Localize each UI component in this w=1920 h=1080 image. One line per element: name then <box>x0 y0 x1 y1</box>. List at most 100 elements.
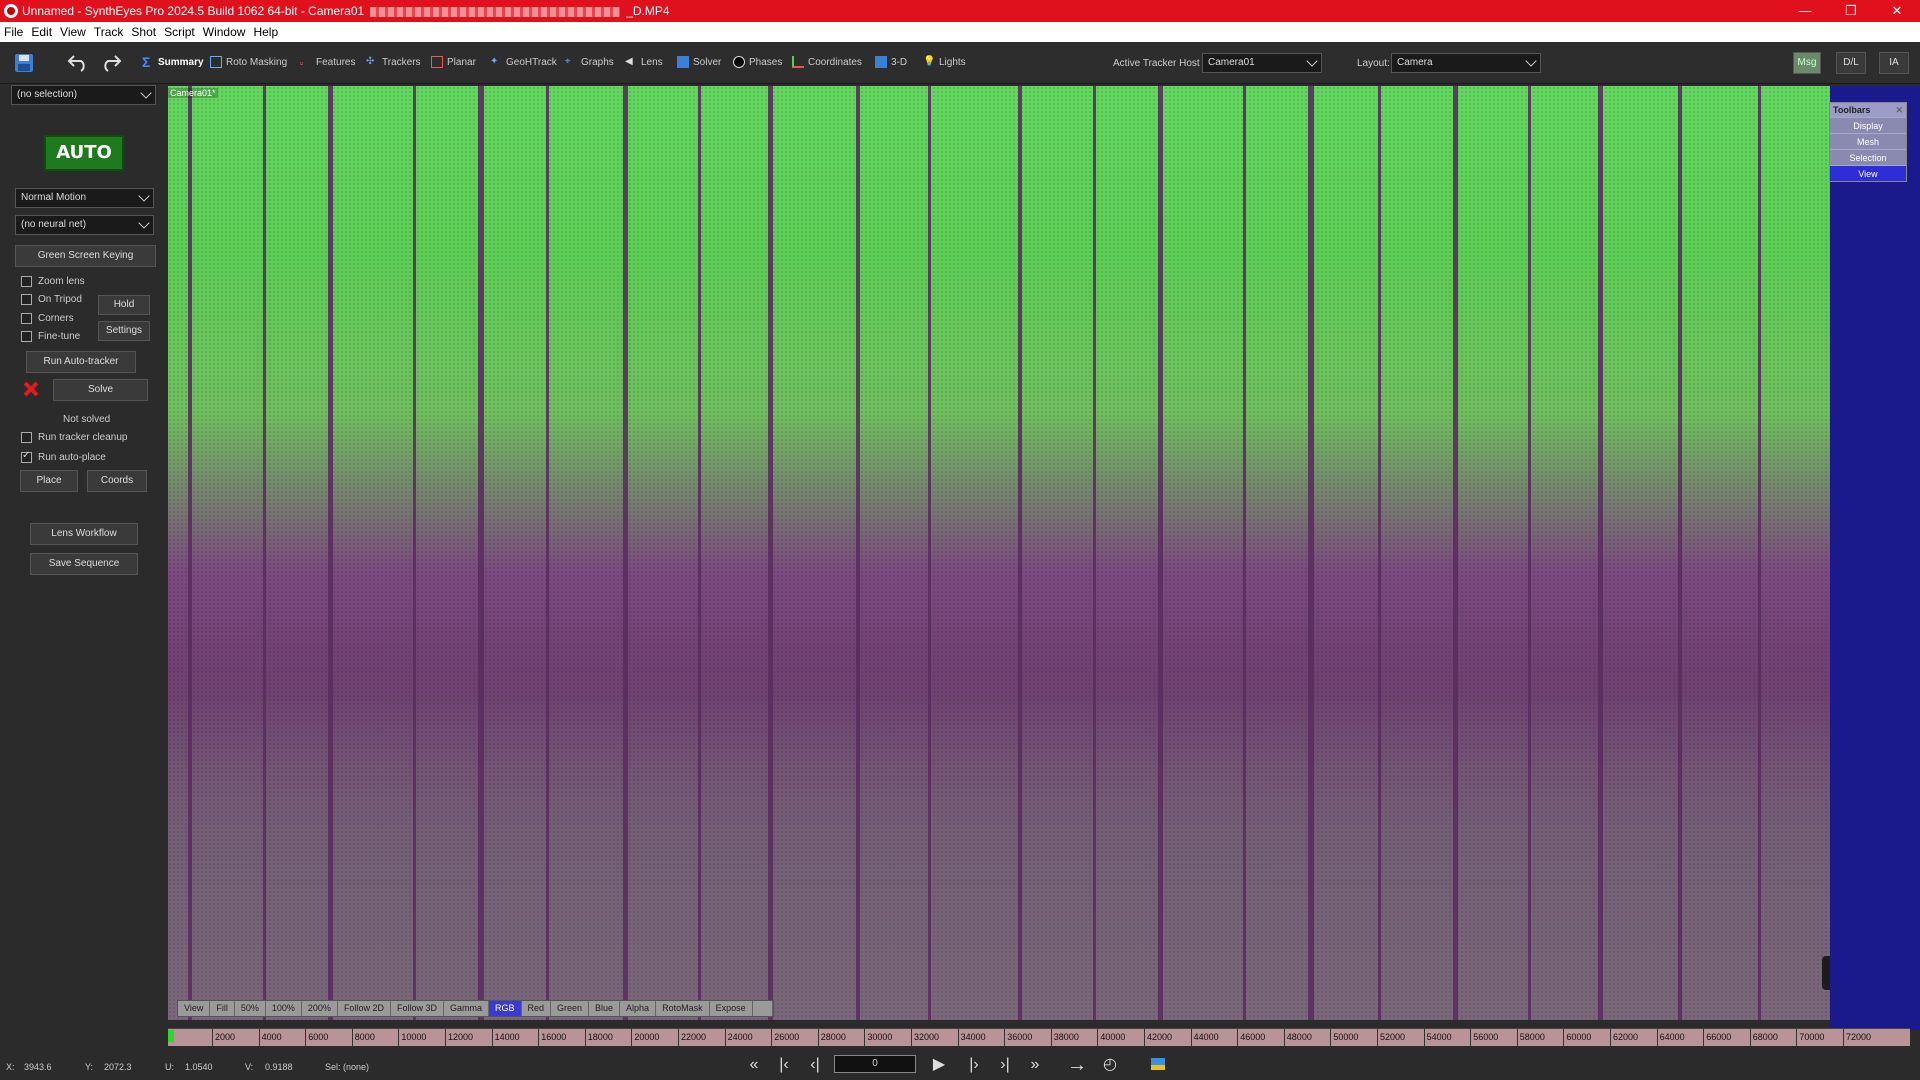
arrow-right-icon[interactable]: → <box>1066 1054 1088 1076</box>
active-tracker-host-label: Active Tracker Host <box>1113 58 1200 69</box>
zoom-100-button[interactable]: 100% <box>265 1001 302 1016</box>
menu-track[interactable]: Track <box>90 25 128 39</box>
on-tripod-checkbox[interactable]: On Tripod <box>21 294 82 305</box>
tab-summary[interactable]: Σ Summary <box>142 52 204 72</box>
tab-features[interactable]: ⸚ Features <box>300 52 355 72</box>
save-icon[interactable] <box>13 52 35 74</box>
lens-workflow-button[interactable]: Lens Workflow <box>30 523 138 545</box>
tab-lens[interactable]: ◀ Lens <box>625 52 663 72</box>
tab-planar[interactable]: Planar <box>431 52 476 72</box>
fast-forward-icon[interactable]: » <box>1024 1054 1046 1076</box>
zoom-50-button[interactable]: 50% <box>234 1001 266 1016</box>
tab-trackers[interactable]: ✣ Trackers <box>366 52 421 72</box>
u-value: 1.0540 <box>185 1062 213 1072</box>
blue-button[interactable]: Blue <box>589 1001 621 1016</box>
timeline-tick: 36000 <box>1004 1029 1032 1047</box>
toolbar-display[interactable]: Display <box>1830 117 1906 133</box>
toolbar-mesh[interactable]: Mesh <box>1830 133 1906 149</box>
menu-window[interactable]: Window <box>199 25 250 39</box>
follow-2d-button[interactable]: Follow 2D <box>337 1001 391 1016</box>
timeline-tick: 26000 <box>771 1029 799 1047</box>
play-icon[interactable]: ▶ <box>928 1054 950 1076</box>
settings-button[interactable]: Settings <box>98 321 150 341</box>
fine-tune-checkbox[interactable]: Fine-tune <box>21 331 80 342</box>
alpha-button[interactable]: Alpha <box>620 1001 657 1016</box>
run-auto-tracker-button[interactable]: Run Auto-tracker <box>26 351 136 373</box>
corners-checkbox[interactable]: Corners <box>21 313 74 324</box>
toolbars-panel: Toolbars ✕ Display Mesh Selection View <box>1829 102 1907 182</box>
camera-label: Camera01* <box>168 88 218 98</box>
rewind-icon[interactable]: « <box>743 1054 765 1076</box>
neural-net-select[interactable]: (no neural net) <box>15 215 154 235</box>
zoom-lens-checkbox[interactable]: Zoom lens <box>21 276 85 287</box>
close-button[interactable]: ✕ <box>1874 0 1920 22</box>
menu-help[interactable]: Help <box>249 25 282 39</box>
ia-button[interactable]: IA <box>1879 52 1909 74</box>
menu-edit[interactable]: Edit <box>27 25 56 39</box>
close-icon[interactable]: ✕ <box>1895 103 1903 117</box>
zoom-200-button[interactable]: 200% <box>301 1001 338 1016</box>
view-button[interactable]: View <box>178 1001 211 1016</box>
solver-icon <box>677 56 689 68</box>
save-sequence-button[interactable]: Save Sequence <box>30 553 138 575</box>
menu-file[interactable]: File <box>0 25 27 39</box>
tab-geohtrack[interactable]: ✦ GeoHTrack <box>490 52 557 72</box>
coords-button[interactable]: Coords <box>87 470 147 492</box>
go-to-start-icon[interactable]: |‹ <box>773 1054 795 1076</box>
fill-button[interactable]: Fill <box>210 1001 235 1016</box>
expose-button[interactable]: Expose <box>709 1001 753 1016</box>
run-auto-place-checkbox[interactable]: Run auto-place <box>21 450 106 463</box>
selection-select[interactable]: (no selection) <box>11 85 156 105</box>
follow-3d-button[interactable]: Follow 3D <box>390 1001 444 1016</box>
motion-select[interactable]: Normal Motion <box>15 188 154 208</box>
timeline-bar[interactable]: 2000 4000 6000 8000 10000 12000 14000 16000 1800… <box>168 1028 1910 1047</box>
rgb-button[interactable]: RGB <box>488 1001 522 1016</box>
timeline-start-marker[interactable] <box>168 1030 174 1042</box>
y-value: 2072.3 <box>104 1062 132 1072</box>
maximize-button[interactable]: ❐ <box>1828 0 1874 22</box>
timeline-tick: 46000 <box>1237 1029 1265 1047</box>
menu-view[interactable]: View <box>56 25 90 39</box>
rotomask-button[interactable]: RotoMask <box>656 1001 710 1016</box>
clock-icon[interactable]: ◴ <box>1099 1054 1121 1076</box>
green-button[interactable]: Green <box>551 1001 590 1016</box>
graphs-icon: ⌖ <box>565 56 571 67</box>
tab-roto-masking[interactable]: Roto Masking <box>210 52 287 72</box>
tab-3d[interactable]: 3-D <box>875 52 907 72</box>
menu-script[interactable]: Script <box>160 25 199 39</box>
run-tracker-cleanup-checkbox[interactable]: Run tracker cleanup <box>21 432 128 443</box>
undo-icon[interactable] <box>66 52 90 72</box>
timeline-tick: 8000 <box>351 1029 375 1047</box>
camera-viewport[interactable] <box>168 86 1830 1020</box>
hold-button[interactable]: Hold <box>98 295 150 315</box>
tab-phases[interactable]: Phases <box>733 52 782 72</box>
step-back-icon[interactable]: ‹| <box>804 1054 826 1076</box>
red-button[interactable]: Red <box>521 1001 552 1016</box>
tab-solver[interactable]: Solver <box>677 52 721 72</box>
timeline-tick: 24000 <box>724 1029 753 1047</box>
minimize-button[interactable]: — <box>1782 0 1828 22</box>
menu-shot[interactable]: Shot <box>127 25 160 39</box>
layers-icon[interactable] <box>1150 1056 1166 1072</box>
auto-button[interactable]: AUTO <box>44 135 124 171</box>
tab-graphs[interactable]: ⌖ Graphs <box>565 52 614 72</box>
green-screen-keying-button[interactable]: Green Screen Keying <box>15 245 156 267</box>
solve-button[interactable]: Solve <box>53 379 148 401</box>
dl-button[interactable]: D/L <box>1836 52 1866 74</box>
sigma-icon: Σ <box>142 54 151 70</box>
redo-icon[interactable] <box>99 52 123 72</box>
toolbar-selection[interactable]: Selection <box>1830 149 1906 165</box>
right-panel <box>1830 86 1920 1030</box>
go-to-end-icon[interactable]: ›| <box>994 1054 1016 1076</box>
timeline-tick: 52000 <box>1377 1029 1405 1047</box>
toolbar-view[interactable]: View <box>1830 165 1906 181</box>
frame-input[interactable]: 0 <box>834 1055 916 1073</box>
step-forward-icon[interactable]: |› <box>963 1054 985 1076</box>
place-button[interactable]: Place <box>20 470 78 492</box>
active-tracker-host-select[interactable]: Camera01 <box>1202 53 1322 73</box>
tab-lights[interactable]: 💡 Lights <box>923 52 966 72</box>
msg-button[interactable]: Msg <box>1793 52 1821 74</box>
gamma-button[interactable]: Gamma <box>443 1001 489 1016</box>
tab-coordinates[interactable]: Coordinates <box>792 52 862 72</box>
layout-select[interactable]: Camera <box>1391 53 1541 73</box>
